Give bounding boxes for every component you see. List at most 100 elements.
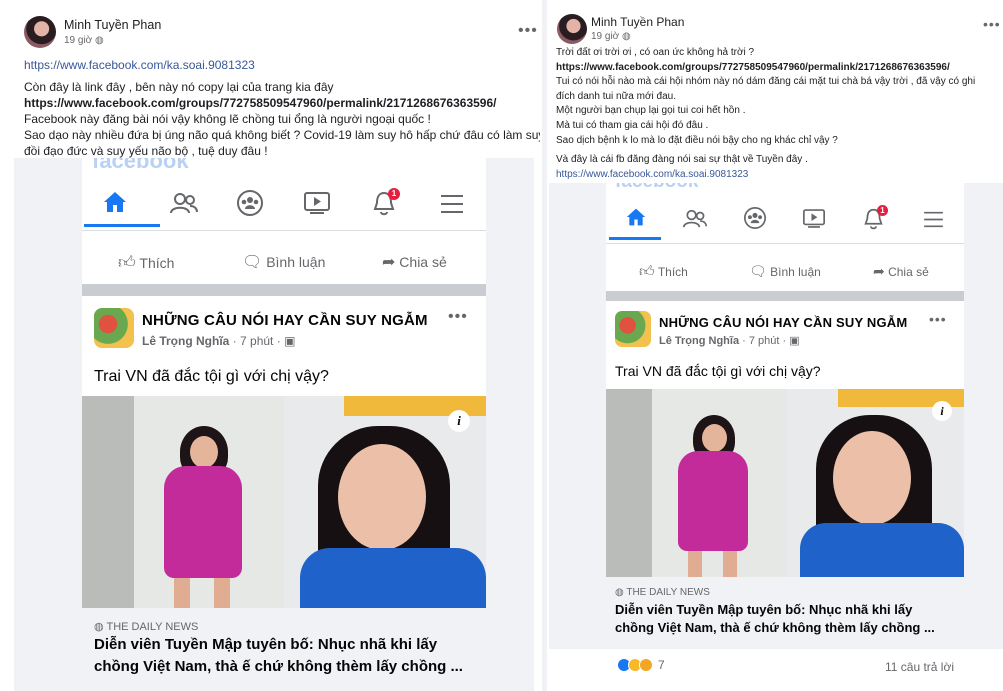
article-headline-2[interactable]: chồng Việt Nam, thà ế chứ không thèm lấy… (94, 658, 463, 675)
notification-badge: 1 (388, 188, 400, 200)
notification-badge: 1 (877, 205, 888, 216)
source-label: THE DAILY NEWS (106, 621, 199, 633)
friends-icon[interactable] (170, 192, 198, 214)
post-line: Sao dịch bệnh k lo mà lo đặt điều nói bậ… (556, 134, 838, 146)
post-time[interactable]: 19 giờ ◍ (64, 35, 104, 46)
ghost-logo-text: facebook (92, 158, 189, 173)
comment-label: Bình luận (266, 254, 326, 270)
page-avatar[interactable] (615, 311, 651, 347)
article-photo[interactable]: i (606, 389, 964, 577)
like-button[interactable]: 👍︎ Thích (118, 252, 174, 273)
watch-icon[interactable] (304, 192, 330, 214)
shared-screenshot: facebook 1 👍︎ Thích 🗨︎ Bình luận ➦ Chia … (14, 158, 534, 691)
column-divider (542, 0, 547, 691)
ghost-logo-text: facebook (615, 183, 698, 193)
more-options-icon[interactable]: ••• (518, 22, 538, 40)
reply-count[interactable]: 11 câu trả lời (885, 660, 954, 674)
reaction-count: 7 (658, 658, 665, 672)
permalink-text: https://www.facebook.com/groups/77275850… (556, 61, 950, 73)
post-line: Và đây là cái fb đăng đàng nói sai sự th… (556, 154, 808, 166)
menu-icon[interactable] (440, 194, 464, 214)
reactions-summary[interactable]: 7 (617, 658, 665, 672)
page-name[interactable]: NHỮNG CÂU NÓI HAY CẦN SUY NGẪM (659, 315, 907, 330)
avatar[interactable] (557, 14, 587, 44)
poster-name[interactable]: Lê Trọng Nghĩa (659, 335, 739, 347)
article-source: ◍ THE DAILY NEWS (615, 587, 710, 598)
like-icon: 👍︎ (639, 263, 655, 280)
info-icon[interactable]: i (448, 410, 470, 432)
post-line: Facebook này đăng bài nói vậy không lẽ c… (24, 112, 431, 126)
page-name[interactable]: NHỮNG CÂU NÓI HAY CẦN SUY NGẪM (142, 312, 428, 329)
section-gap (82, 284, 486, 296)
globe-icon: ◍ (95, 35, 104, 46)
share-icon: ➦ (382, 254, 396, 271)
like-label: Thích (657, 265, 688, 279)
shared-screenshot: facebook 1 👍︎ Thích 🗨︎ Bình luận (549, 183, 1003, 649)
home-tab-indicator (84, 224, 160, 227)
card-more-icon[interactable]: ••• (929, 311, 947, 327)
more-options-icon[interactable]: ••• (983, 16, 1001, 32)
like-icon: 👍︎ (118, 253, 136, 272)
share-label: Chia sẻ (888, 265, 929, 279)
poster-line: Lê Trọng Nghĩa · 7 phút · ▣ (659, 334, 800, 347)
comment-button[interactable]: 🗨︎ Bình luận (749, 263, 821, 280)
home-icon[interactable] (625, 207, 647, 227)
like-button[interactable]: 👍︎ Thích (639, 263, 688, 281)
groups-icon[interactable] (743, 207, 767, 229)
home-icon[interactable] (102, 190, 128, 214)
groups-icon[interactable] (236, 190, 264, 216)
home-tab-indicator (609, 237, 661, 240)
poster-line: Lê Trọng Nghĩa · 7 phút · ▣ (142, 334, 295, 348)
profile-link[interactable]: https://www.facebook.com/ka.soai.9081323 (24, 58, 255, 72)
time-label[interactable]: 19 giờ (591, 31, 619, 42)
post-author[interactable]: Minh Tuyền Phan (591, 15, 684, 29)
poster-time: · 7 phút · (742, 335, 787, 347)
card-post-text: Trai VN đã đắc tội gì với chị vậy? (615, 363, 821, 379)
nav-divider (82, 230, 486, 231)
comment-label: Bình luận (770, 265, 821, 279)
article-photo[interactable]: i (82, 396, 486, 608)
right-post: Minh Tuyền Phan 19 giờ ◍ ••• Trời đất ơi… (549, 0, 1003, 691)
post-time[interactable]: 19 giờ ◍ (591, 31, 631, 42)
source-globe-icon: ◍ (94, 621, 104, 633)
post-line: Còn đây là link đây , bên này nó copy lạ… (24, 80, 334, 94)
group-icon: ▣ (789, 335, 800, 347)
share-button[interactable]: ➦ Chia sẻ (873, 263, 929, 280)
post-line: đích danh tui nữa mới đau. (556, 90, 676, 102)
article-source: ◍ THE DAILY NEWS (94, 620, 198, 633)
avatar[interactable] (24, 16, 56, 48)
group-icon: ▣ (284, 334, 296, 348)
comment-icon: 🗨︎ (242, 254, 263, 271)
post-line: Trời đất ơi trời ơi , có oan ức không hả… (556, 47, 755, 58)
article-headline-2[interactable]: chồng Việt Nam, thà ế chứ không thèm lấy… (615, 620, 935, 635)
poster-time: · 7 phút · (232, 334, 281, 348)
globe-icon: ◍ (622, 31, 631, 42)
profile-link[interactable]: https://www.facebook.com/ka.soai.9081323 (556, 169, 748, 180)
post-line: Tui có nói hỗi nào mà cái hội nhóm này n… (556, 76, 976, 88)
poster-name[interactable]: Lê Trọng Nghĩa (142, 334, 229, 348)
source-label: THE DAILY NEWS (626, 587, 710, 598)
watch-icon[interactable] (803, 209, 825, 228)
time-label[interactable]: 19 giờ (64, 35, 92, 46)
source-globe-icon: ◍ (615, 587, 624, 598)
article-headline-1[interactable]: Diễn viên Tuyền Mập tuyên bố: Nhục nhã k… (615, 602, 912, 617)
left-post: Minh Tuyền Phan 19 giờ ◍ ••• https://www… (0, 0, 540, 691)
permalink-text: https://www.facebook.com/groups/77275850… (24, 96, 497, 110)
nav-divider (606, 243, 964, 244)
post-line: Sao dạo này nhiều đứa bị úng não quá khô… (24, 128, 540, 142)
post-line: Mà tui có tham gia cái hội đó đâu . (556, 120, 709, 131)
card-more-icon[interactable]: ••• (448, 308, 468, 326)
friends-icon[interactable] (683, 209, 707, 228)
share-button[interactable]: ➦ Chia sẻ (382, 252, 447, 272)
info-icon[interactable]: i (932, 401, 952, 421)
section-gap (606, 291, 964, 301)
post-author[interactable]: Minh Tuyền Phan (64, 18, 161, 32)
post-line: đồi đạo đức và suy yếu não bộ , tuệ duy … (24, 144, 268, 158)
card-post-text: Trai VN đã đắc tội gì với chị vậy? (94, 368, 329, 385)
comment-icon: 🗨︎ (749, 263, 767, 279)
share-icon: ➦ (873, 263, 885, 279)
comment-button[interactable]: 🗨︎ Bình luận (242, 252, 325, 272)
menu-icon[interactable] (923, 211, 944, 228)
article-headline-1[interactable]: Diễn viên Tuyền Mập tuyên bố: Nhục nhã k… (94, 636, 437, 653)
page-avatar[interactable] (94, 308, 134, 348)
